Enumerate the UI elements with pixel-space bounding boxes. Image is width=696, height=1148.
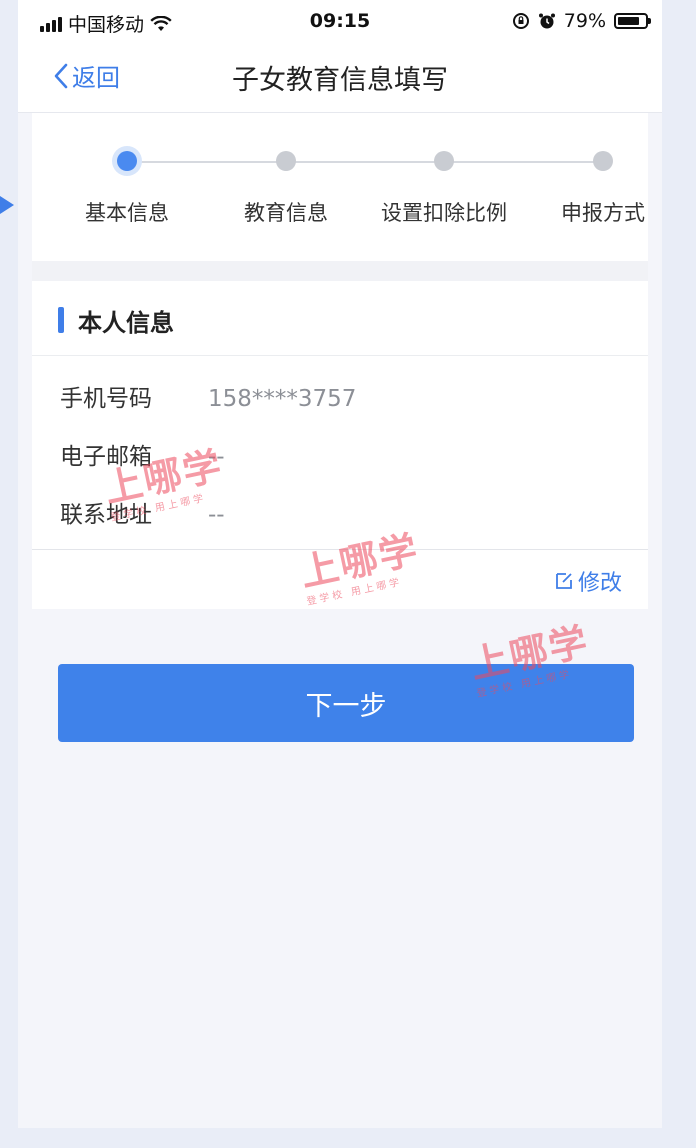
field-value: 158****3757 [208,386,357,412]
battery-percent: 79% [563,10,606,32]
step-label: 教育信息 [244,201,328,225]
step-dot-active [117,151,137,171]
navigation-bar: 返回 子女教育信息填写 [18,44,662,113]
field-label: 手机号码 [60,386,152,412]
card-divider [32,549,648,550]
section-title: 本人信息 [78,309,174,337]
step-dot [276,151,296,171]
field-label: 联系地址 [60,502,152,528]
page-title: 子女教育信息填写 [232,65,448,96]
section-accent-bar [58,307,64,333]
step-label: 设置扣除比例 [381,201,507,225]
step-dot [593,151,613,171]
personal-info-card: 本人信息 手机号码 158****3757 电子邮箱 -- 联系地址 -- 修改 [32,281,648,609]
section-gap [32,261,648,281]
edit-label: 修改 [577,571,622,596]
status-right: 79% [512,10,651,32]
step-dot [434,151,454,171]
alarm-icon [538,13,555,29]
progress-stepper: 基本信息 教育信息 设置扣除比例 申报方式 [32,113,648,261]
field-value: -- [208,444,225,470]
phone-screen: 中国移动 09:15 79% 返回 子女教育信息填写 基本信息 教育信息 设置扣… [18,0,662,1128]
side-pointer-icon [0,196,14,214]
field-email: 电子邮箱 -- [60,437,225,471]
step-label: 申报方式 [561,201,645,225]
battery-fill [618,17,639,25]
step-label: 基本信息 [85,201,169,225]
stepper-line [128,161,604,163]
next-step-button[interactable]: 下一步 [58,664,634,742]
battery-icon [614,13,651,29]
field-label: 电子邮箱 [60,444,152,470]
field-value: -- [208,502,225,528]
section-header: 本人信息 [32,281,648,356]
edit-button[interactable]: 修改 [554,565,622,597]
status-bar: 中国移动 09:15 79% [18,0,662,44]
rotation-lock-icon [512,13,529,29]
field-phone: 手机号码 158****3757 [60,379,356,413]
field-address: 联系地址 -- [60,495,225,529]
edit-icon [556,573,572,589]
